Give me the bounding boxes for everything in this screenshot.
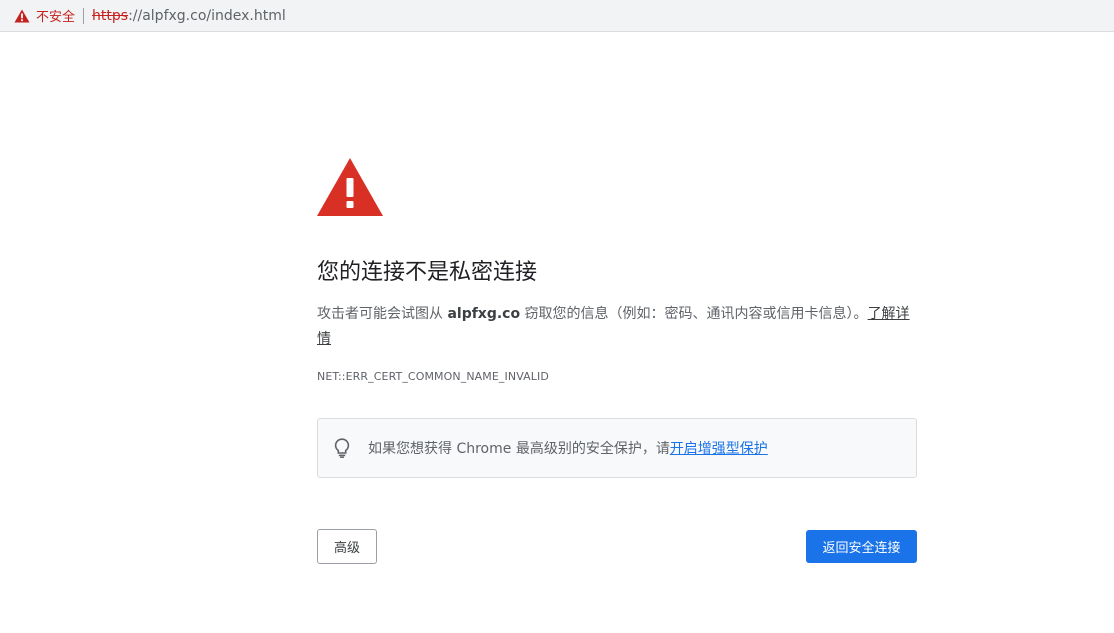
- not-secure-label[interactable]: 不安全: [36, 6, 75, 25]
- danger-triangle-icon: [317, 158, 383, 216]
- omnibox-separator: [83, 7, 85, 24]
- enhanced-protection-banner: 如果您想获得 Chrome 最高级别的安全保护，请开启增强型保护: [317, 418, 917, 478]
- address-bar[interactable]: 不安全 https://alpfxg.co/index.html: [0, 0, 1114, 32]
- explanation-paragraph: 攻击者可能会试图从 alpfxg.co 窃取您的信息（例如：密码、通讯内容或信用…: [317, 302, 917, 352]
- enhanced-protection-prompt: 如果您想获得 Chrome 最高级别的安全保护，请: [368, 441, 670, 457]
- advanced-button[interactable]: 高级: [317, 529, 377, 564]
- lightbulb-icon: [333, 437, 351, 459]
- explanation-prefix: 攻击者可能会试图从: [317, 306, 448, 322]
- enable-enhanced-protection-link[interactable]: 开启增强型保护: [670, 441, 768, 457]
- url-scheme: https: [92, 7, 129, 24]
- site-domain: alpfxg.co: [447, 306, 521, 322]
- page-title: 您的连接不是私密连接: [317, 260, 538, 285]
- enhanced-protection-text: 如果您想获得 Chrome 最高级别的安全保护，请开启增强型保护: [368, 438, 768, 458]
- error-code: NET::ERR_CERT_COMMON_NAME_INVALID: [317, 370, 549, 383]
- url-rest: ://alpfxg.co/index.html: [128, 7, 286, 24]
- warning-triangle-icon[interactable]: [14, 8, 30, 24]
- url-text[interactable]: https://alpfxg.co/index.html: [92, 8, 286, 24]
- security-interstitial: 您的连接不是私密连接 攻击者可能会试图从 alpfxg.co 窃取您的信息（例如…: [317, 158, 917, 564]
- explanation-suffix: 窃取您的信息（例如：密码、通讯内容或信用卡信息）。: [520, 306, 868, 322]
- button-row: 高级 返回安全连接: [317, 529, 917, 564]
- back-to-safety-button[interactable]: 返回安全连接: [806, 530, 917, 563]
